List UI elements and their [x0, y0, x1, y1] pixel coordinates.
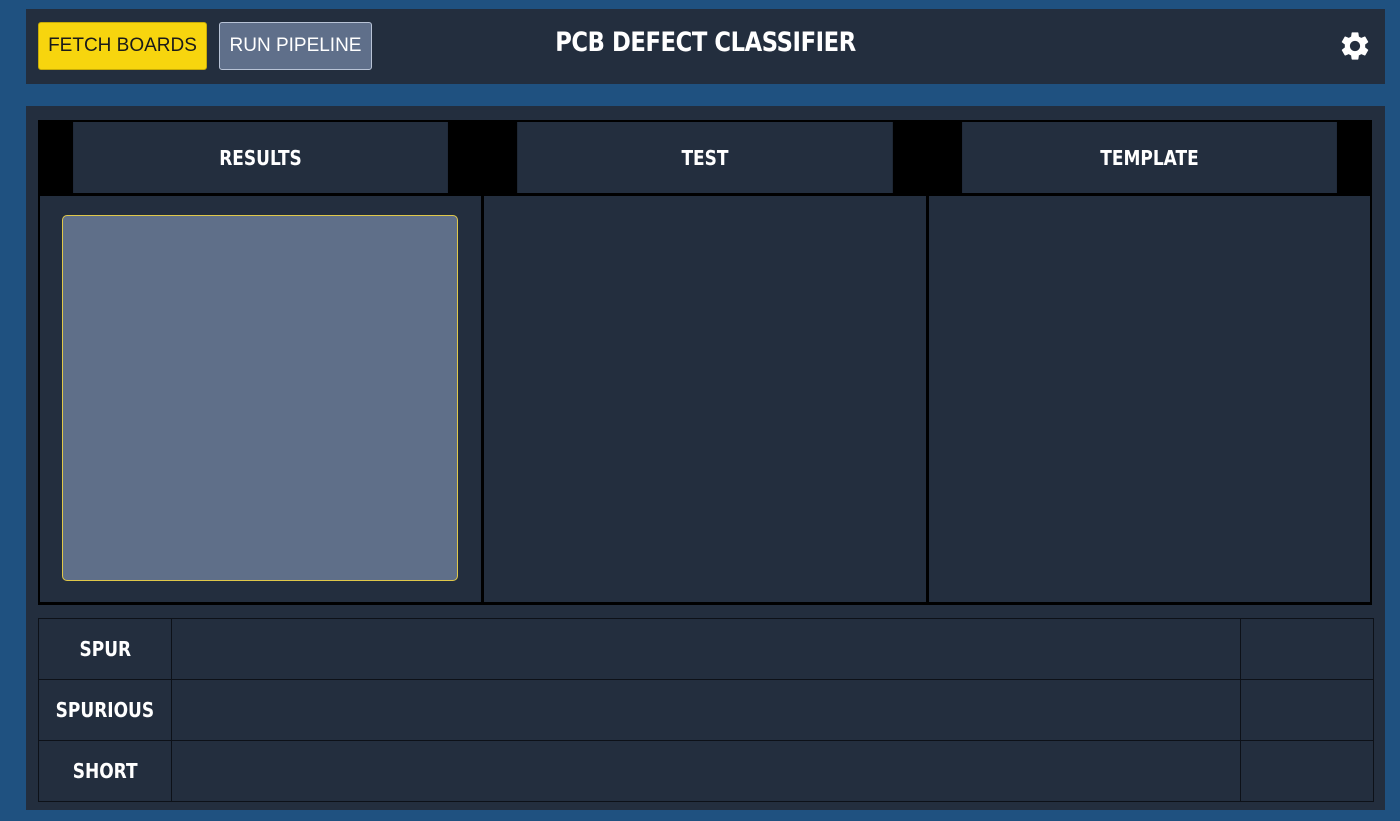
- table-row: SPURIOUS: [38, 679, 1374, 741]
- column-header-test: TEST: [517, 122, 893, 193]
- defect-value-cell: [171, 618, 1241, 680]
- defect-table: SPUR SPURIOUS SHORT: [38, 618, 1374, 802]
- defect-count-cell: [1240, 618, 1374, 680]
- column-header-results: RESULTS: [73, 122, 448, 193]
- defect-value-cell: [171, 740, 1241, 802]
- defect-count-cell: [1240, 679, 1374, 741]
- defect-value-cell: [171, 679, 1241, 741]
- defect-label-spur: SPUR: [38, 618, 172, 680]
- table-row: SHORT: [38, 740, 1374, 802]
- template-image-cell: [929, 196, 1370, 602]
- defect-count-cell: [1240, 740, 1374, 802]
- defect-label-short: SHORT: [38, 740, 172, 802]
- image-grid: RESULTS TEST TEMPLATE: [38, 120, 1372, 605]
- test-image-cell: [484, 196, 926, 602]
- column-header-template: TEMPLATE: [962, 122, 1337, 193]
- page-title: PCB DEFECT CLASSIFIER: [555, 27, 856, 58]
- results-image-placeholder: [62, 215, 458, 581]
- defect-label-spurious: SPURIOUS: [38, 679, 172, 741]
- gear-icon[interactable]: [1338, 29, 1372, 63]
- results-cell: [40, 196, 481, 602]
- main-panel: RESULTS TEST TEMPLATE SPUR SPURIOUS SHOR…: [26, 106, 1385, 810]
- table-row: SPUR: [38, 618, 1374, 680]
- top-bar: FETCH BOARDS RUN PIPELINE PCB DEFECT CLA…: [26, 9, 1385, 84]
